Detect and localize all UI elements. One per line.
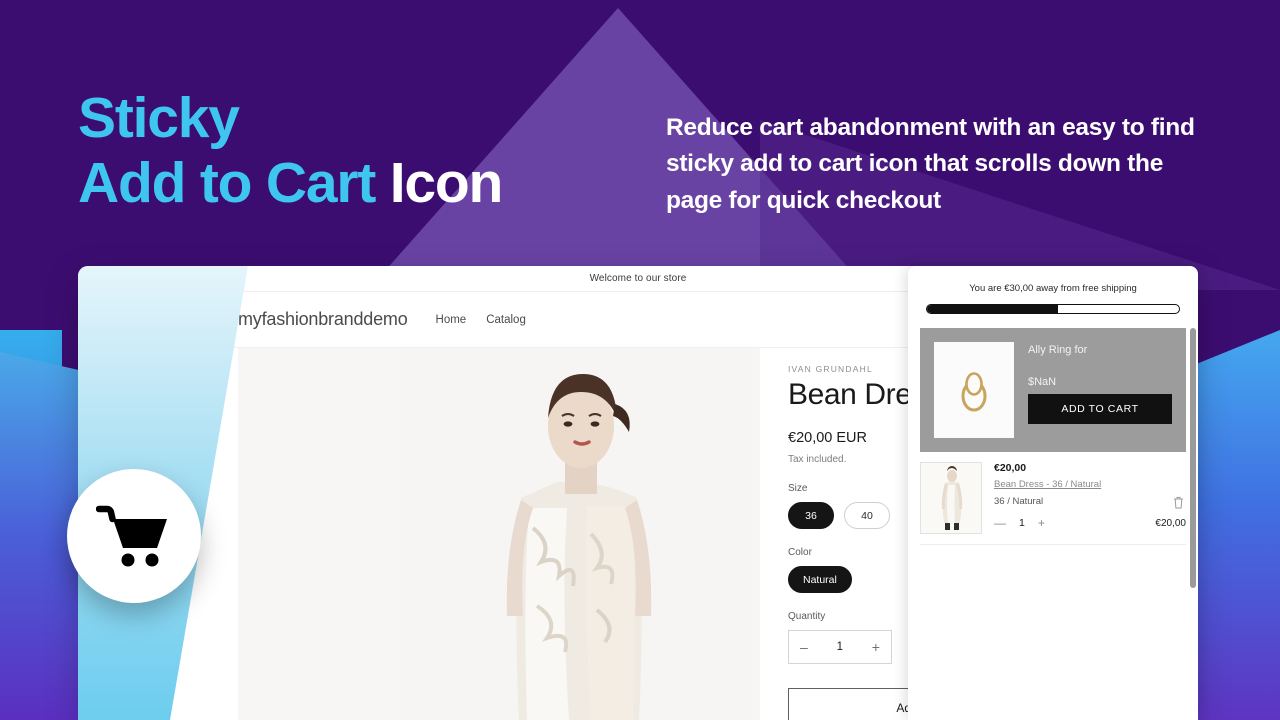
quantity-increment-button[interactable]: + bbox=[872, 639, 880, 655]
headline-line-1: Sticky bbox=[78, 86, 240, 150]
promo-headline: Sticky Add to Cart Icon bbox=[78, 86, 504, 216]
product-gallery[interactable] bbox=[238, 348, 760, 720]
line-item-increment-button[interactable]: + bbox=[1038, 516, 1045, 530]
quantity-decrement-button[interactable]: – bbox=[800, 639, 808, 655]
cart-line-item: €20,00 Bean Dress - 36 / Natural 36 / Na… bbox=[920, 462, 1186, 545]
quantity-value[interactable]: 1 bbox=[837, 641, 843, 653]
headline-line-2-white: Icon bbox=[389, 150, 504, 215]
upsell-block: Ally Ring for $NaN ADD TO CART bbox=[920, 328, 1186, 452]
line-item-quantity[interactable]: 1 bbox=[1019, 517, 1025, 529]
main-nav: Home Catalog bbox=[436, 314, 526, 326]
promo-banner: Sticky Add to Cart Icon Reduce cart aban… bbox=[0, 0, 1280, 720]
drawer-scrollbar-thumb[interactable] bbox=[1190, 328, 1196, 588]
cart-drawer: You are €30,00 away from free shipping A… bbox=[908, 266, 1198, 720]
line-item-details: €20,00 Bean Dress - 36 / Natural 36 / Na… bbox=[994, 462, 1186, 534]
line-item-variant: 36 / Natural bbox=[994, 496, 1044, 507]
nav-item-home[interactable]: Home bbox=[436, 314, 467, 326]
upsell-title: Ally Ring for bbox=[1028, 344, 1088, 356]
line-item-photo bbox=[921, 463, 981, 533]
size-option-36[interactable]: 36 bbox=[788, 502, 834, 529]
line-item-thumbnail[interactable] bbox=[920, 462, 982, 534]
line-item-quantity-stepper[interactable]: — 1 + bbox=[994, 516, 1045, 530]
quantity-stepper[interactable]: – 1 + bbox=[788, 630, 892, 664]
announcement-text: Welcome to our store bbox=[589, 273, 687, 284]
product-photo bbox=[401, 348, 751, 720]
line-item-total: €20,00 bbox=[1155, 517, 1186, 529]
promo-subheadline: Reduce cart abandonment with an easy to … bbox=[666, 114, 1195, 214]
upsell-details: Ally Ring for $NaN ADD TO CART bbox=[1028, 342, 1172, 438]
store-logo[interactable]: myfashionbranddemo bbox=[238, 309, 408, 330]
line-item-footer: — 1 + €20,00 bbox=[994, 516, 1186, 530]
nav-item-catalog[interactable]: Catalog bbox=[486, 314, 526, 326]
line-item-product-link[interactable]: Bean Dress - 36 / Natural bbox=[994, 479, 1186, 490]
line-item-price: €20,00 bbox=[994, 462, 1027, 474]
size-option-40[interactable]: 40 bbox=[844, 502, 890, 529]
headline-line-2: Add to Cart Icon bbox=[78, 150, 504, 216]
ring-icon bbox=[961, 372, 987, 412]
upsell-add-to-cart-button[interactable]: ADD TO CART bbox=[1028, 394, 1172, 424]
upsell-price: $NaN bbox=[1028, 376, 1057, 388]
line-item-decrement-button[interactable]: — bbox=[994, 516, 1006, 530]
headline-line-2-accent: Add to Cart bbox=[78, 150, 390, 215]
shopping-cart-icon bbox=[96, 505, 167, 567]
free-shipping-message: You are €30,00 away from free shipping bbox=[969, 283, 1137, 294]
trash-icon bbox=[1174, 496, 1183, 509]
sticky-add-to-cart-button[interactable] bbox=[67, 469, 201, 603]
free-shipping-progress-bar bbox=[926, 304, 1180, 314]
upsell-product-image[interactable] bbox=[934, 342, 1014, 438]
free-shipping-progress-fill bbox=[927, 305, 1059, 313]
color-option-natural[interactable]: Natural bbox=[788, 566, 852, 593]
remove-line-item-button[interactable] bbox=[1173, 496, 1184, 514]
